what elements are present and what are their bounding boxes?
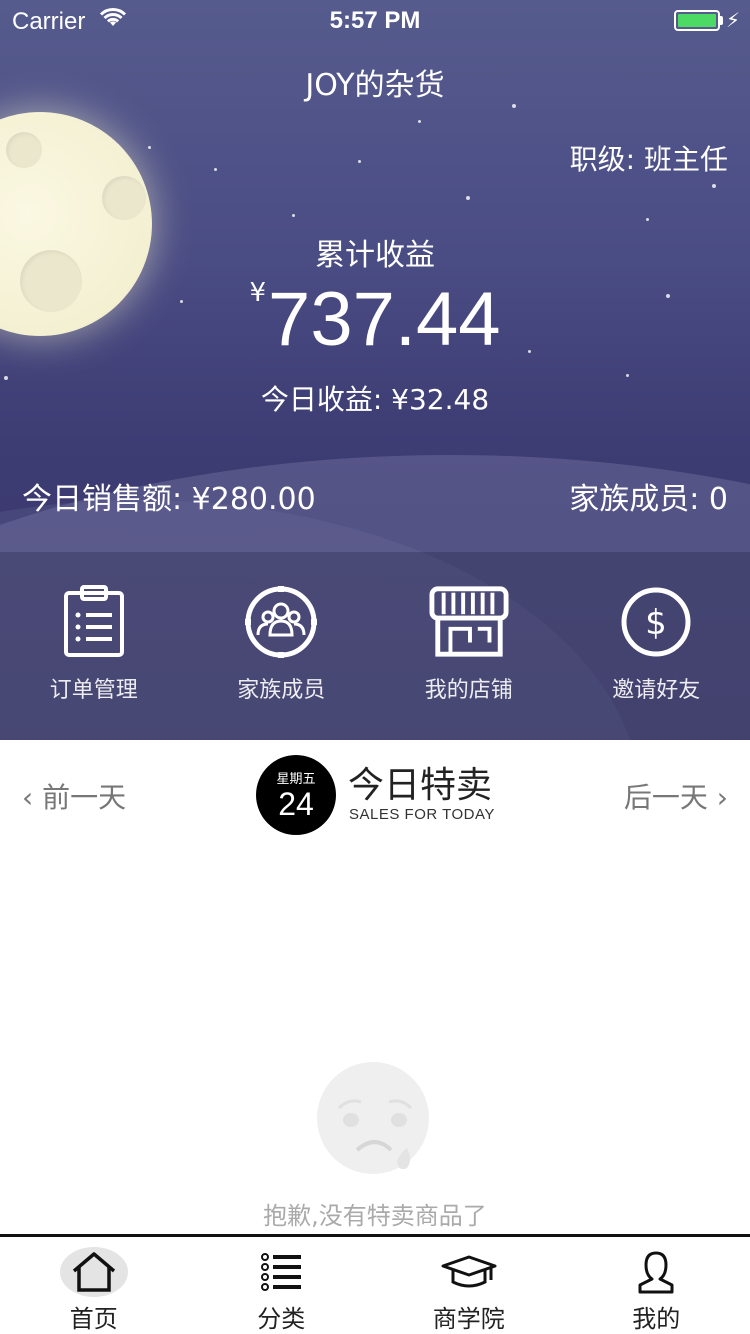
rank-label: 职级: 班主任	[569, 143, 728, 176]
quick-actions: 订单管理 家族成员 我的店铺 $ 邀请好友	[0, 580, 750, 720]
shop-name: JOY的杂货	[305, 68, 445, 103]
battery-icon	[674, 10, 720, 31]
today-earnings: 今日收益: ¥32.48	[260, 383, 490, 416]
tab-bar: 首页 分类 商学院 我的	[0, 1234, 750, 1334]
day-number: 24	[278, 786, 314, 822]
dollar-circle-icon: $	[616, 580, 696, 664]
special-subtitle: SALES FOR TODAY	[349, 806, 495, 823]
action-family-members[interactable]: 家族成员	[188, 580, 376, 720]
action-invite-friends[interactable]: $ 邀请好友	[563, 580, 750, 720]
tab-label: 我的	[632, 1305, 681, 1333]
home-icon	[59, 1247, 128, 1297]
currency-symbol: ¥	[249, 278, 267, 308]
chevron-right-icon: ›	[716, 781, 728, 814]
tab-me[interactable]: 我的	[563, 1237, 750, 1334]
tab-business-school[interactable]: 商学院	[375, 1237, 563, 1334]
chevron-left-icon: ‹	[22, 781, 34, 814]
tab-label: 首页	[69, 1305, 118, 1333]
next-day-button[interactable]: 后一天 ›	[624, 776, 728, 816]
today-sales: 今日销售额: ¥280.00	[22, 482, 316, 517]
charging-icon: ⚡	[726, 8, 741, 32]
total-earnings-amount: ¥737.44	[0, 276, 750, 363]
family-group-icon	[241, 580, 321, 664]
action-label: 家族成员	[237, 678, 326, 703]
tab-label: 商学院	[432, 1305, 505, 1333]
total-earnings-value: 737.44	[268, 277, 501, 362]
person-icon	[626, 1247, 686, 1297]
action-label: 订单管理	[49, 678, 138, 703]
action-label: 邀请好友	[612, 678, 701, 703]
tab-label: 分类	[257, 1305, 306, 1333]
hero-banner: Carrier 5:57 PM ⚡ JOY的杂货 职级: 班主任 累计收益 ¥7…	[0, 0, 750, 740]
action-order-management[interactable]: 订单管理	[0, 580, 188, 720]
list-icon	[251, 1247, 311, 1297]
sad-face-icon	[317, 1062, 433, 1178]
tab-home[interactable]: 首页	[0, 1237, 188, 1334]
tab-category[interactable]: 分类	[188, 1237, 376, 1334]
previous-day-button[interactable]: ‹ 前一天	[22, 776, 126, 816]
total-earnings-label: 累计收益	[315, 238, 435, 273]
weekday: 星期五	[276, 772, 316, 787]
clipboard-icon	[54, 580, 134, 664]
svg-text:$: $	[645, 603, 667, 643]
date-badge: 星期五 24	[256, 755, 336, 835]
special-title: 今日特卖	[348, 765, 493, 806]
clock: 5:57 PM	[329, 7, 421, 34]
store-icon	[429, 580, 509, 664]
family-member-count: 家族成员: 0	[569, 482, 728, 517]
empty-message: 抱歉,没有特卖商品了	[263, 1202, 487, 1230]
action-my-store[interactable]: 我的店铺	[375, 580, 563, 720]
action-label: 我的店铺	[424, 678, 513, 703]
graduation-cap-icon	[439, 1247, 499, 1297]
status-bar: Carrier 5:57 PM ⚡	[0, 0, 750, 40]
today-special-header: ‹ 前一天 星期五 24 今日特卖 SALES FOR TODAY 后一天 ›	[0, 740, 750, 850]
